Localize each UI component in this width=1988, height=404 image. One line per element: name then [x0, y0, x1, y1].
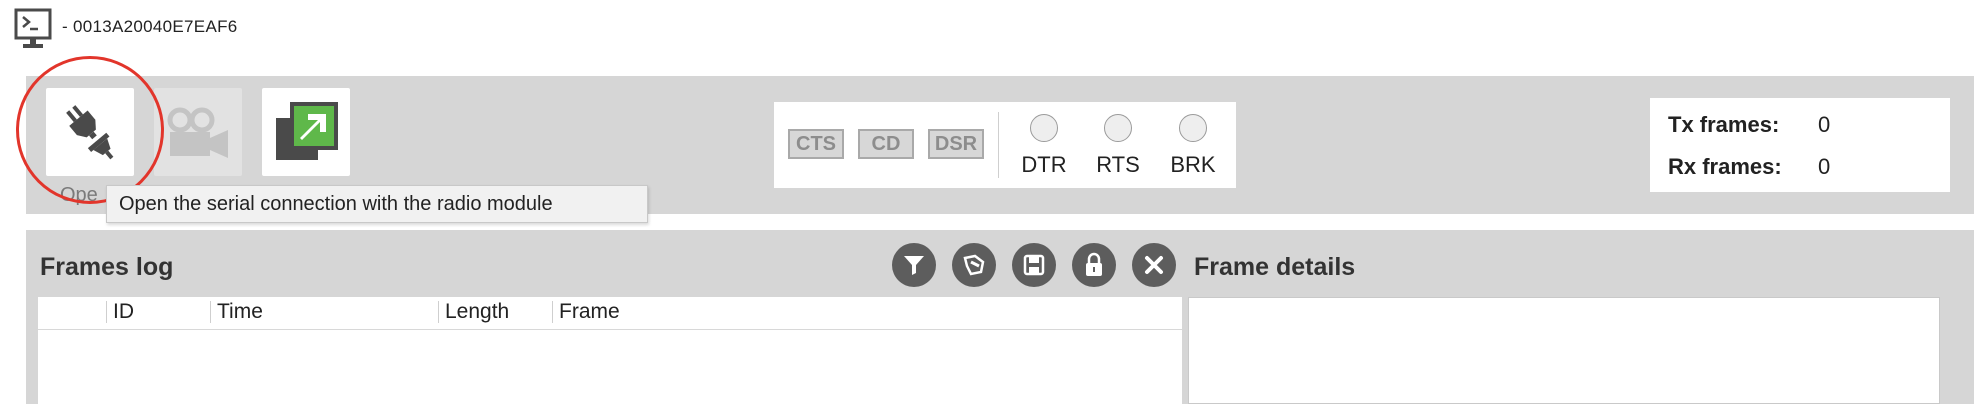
rx-counter: Rx frames: 0: [1668, 154, 1830, 180]
brk-label: BRK: [1170, 152, 1216, 177]
rx-label: Rx frames:: [1668, 154, 1782, 179]
tx-value: 0: [1818, 112, 1831, 137]
cd-indicator: CD: [858, 129, 914, 159]
window-title: - 0013A20040E7EAF6: [62, 17, 238, 36]
cts-indicator: CTS: [788, 129, 844, 159]
window-titlebar: - 0013A20040E7EAF6: [14, 8, 238, 52]
video-camera-icon: [167, 107, 228, 158]
close-log-button[interactable]: [1132, 243, 1176, 287]
filter-button[interactable]: [892, 243, 936, 287]
tx-counter: Tx frames: 0: [1668, 112, 1830, 138]
open-connection-button[interactable]: [46, 88, 134, 176]
dsr-indicator: DSR: [928, 129, 984, 159]
column-length[interactable]: Length: [438, 301, 509, 323]
column-time[interactable]: Time: [210, 301, 263, 323]
lock-button[interactable]: [1072, 243, 1116, 287]
frame-counters: Tx frames: 0 Rx frames: 0: [1650, 98, 1950, 192]
frames-log-title: Frames log: [40, 253, 174, 281]
table-header: ID Time Length Frame: [38, 297, 1182, 330]
tx-label: Tx frames:: [1668, 112, 1780, 137]
console-icon: [14, 8, 54, 50]
clear-log-icon: [963, 254, 985, 276]
detach-window-icon: [276, 102, 338, 160]
panel-divider: [998, 112, 999, 178]
column-frame[interactable]: Frame: [552, 301, 620, 323]
frame-details-title: Frame details: [1194, 253, 1356, 281]
dtr-led[interactable]: [1030, 114, 1058, 142]
rts-led[interactable]: [1104, 114, 1132, 142]
open-button-label: Ope: [60, 184, 98, 206]
filter-icon: [904, 256, 924, 275]
save-icon: [1023, 254, 1045, 276]
rx-value: 0: [1818, 154, 1831, 179]
frames-table[interactable]: ID Time Length Frame: [38, 297, 1182, 404]
brk-led[interactable]: [1179, 114, 1207, 142]
clear-log-button[interactable]: [952, 243, 996, 287]
dtr-label: DTR: [1021, 152, 1067, 177]
lock-icon: [1086, 252, 1102, 276]
open-connection-tooltip: Open the serial connection with the radi…: [106, 185, 648, 223]
frame-details-panel[interactable]: [1188, 297, 1940, 404]
column-id[interactable]: ID: [106, 301, 134, 323]
rts-label: RTS: [1096, 152, 1140, 177]
save-log-button[interactable]: [1012, 243, 1056, 287]
close-icon: [1145, 256, 1163, 274]
detach-button[interactable]: [262, 88, 350, 176]
record-button[interactable]: [154, 88, 242, 176]
plug-icon: [66, 105, 114, 160]
serial-lines-panel: CTS CD DSR DTR RTS BRK: [774, 102, 1236, 188]
